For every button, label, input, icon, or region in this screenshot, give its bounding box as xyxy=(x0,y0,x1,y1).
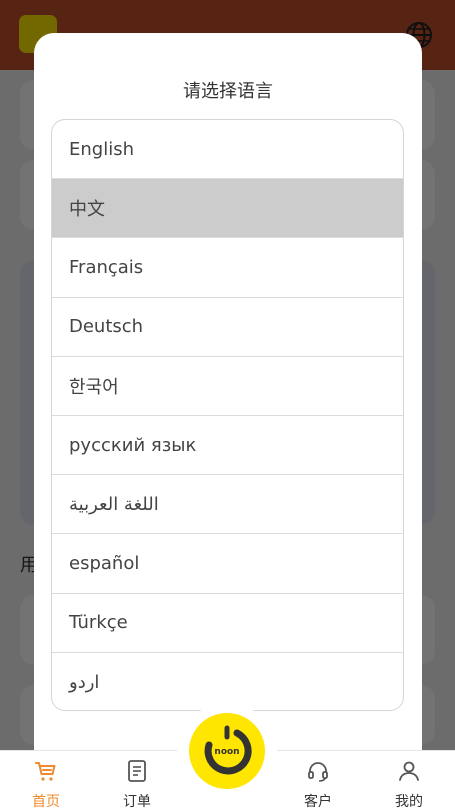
language-modal: 请选择语言 English 中文 Français Deutsch 한국어 ру… xyxy=(34,33,422,793)
language-label: Français xyxy=(69,256,144,278)
language-label: русский язык xyxy=(69,434,197,456)
language-label: 한국어 xyxy=(69,376,119,398)
nav-item-customers[interactable]: 客户 xyxy=(278,751,358,810)
language-option-chinese[interactable]: 中文 xyxy=(52,179,403,239)
language-label: اردو xyxy=(69,671,100,693)
language-option-korean[interactable]: 한국어 xyxy=(52,357,403,416)
language-option-arabic[interactable]: اللغة العربية xyxy=(52,475,403,535)
modal-title: 请选择语言 xyxy=(183,81,273,102)
language-option-german[interactable]: Deutsch xyxy=(52,298,403,357)
language-option-turkish[interactable]: Türkçe xyxy=(52,594,403,653)
language-list: English 中文 Français Deutsch 한국어 русский … xyxy=(51,119,404,711)
language-option-spanish[interactable]: español xyxy=(52,534,403,594)
language-option-english[interactable]: English xyxy=(52,120,403,180)
noon-logo-icon: noon xyxy=(204,725,252,775)
cart-icon xyxy=(35,762,56,781)
user-icon xyxy=(399,761,419,781)
nav-label: 我的 xyxy=(395,794,423,810)
language-label: 中文 xyxy=(69,199,105,221)
nav-item-profile[interactable]: 我的 xyxy=(369,751,449,810)
language-label: español xyxy=(69,552,140,574)
document-icon xyxy=(128,760,146,782)
nav-label: 客户 xyxy=(304,794,332,810)
language-option-russian[interactable]: русский язык xyxy=(52,416,403,476)
logo-text: noon xyxy=(214,747,239,757)
headset-icon xyxy=(308,762,328,782)
center-home-button[interactable]: noon xyxy=(189,713,265,789)
language-label: اللغة العربية xyxy=(69,493,159,515)
language-option-french[interactable]: Français xyxy=(52,238,403,298)
nav-label: 首页 xyxy=(32,794,60,810)
nav-label: 订单 xyxy=(123,794,151,810)
nav-item-orders[interactable]: 订单 xyxy=(97,751,177,810)
language-label: Türkçe xyxy=(69,612,128,634)
nav-item-home[interactable]: 首页 xyxy=(6,751,86,810)
language-label: Deutsch xyxy=(69,316,144,338)
language-label: English xyxy=(69,138,134,160)
